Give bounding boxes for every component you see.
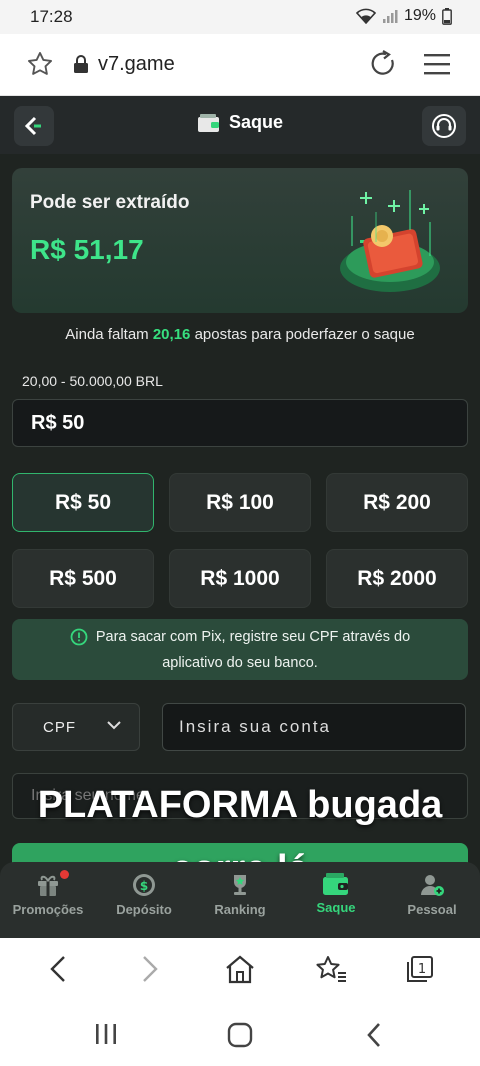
tabs-icon[interactable]: 1: [404, 954, 436, 984]
hamburger-menu-icon[interactable]: [424, 52, 450, 76]
withdraw-amount-input[interactable]: R$ 50: [12, 399, 468, 447]
wifi-icon: [355, 8, 376, 24]
nav-label-ranking: Ranking: [214, 902, 266, 917]
svg-text:1: 1: [418, 962, 426, 977]
forward-icon[interactable]: [136, 954, 162, 984]
pix-notice: Para sacar com Pix, registre seu CPF atr…: [12, 619, 468, 680]
coin-icon: $: [133, 874, 155, 896]
lock-icon: [74, 55, 88, 73]
system-back-icon[interactable]: [364, 1022, 386, 1048]
app-screen: Saque Pode ser extraído R$ 51,17 Ainda f…: [0, 96, 480, 938]
recent-apps-icon[interactable]: [94, 1022, 118, 1046]
account-type-value: CPF: [43, 718, 76, 736]
page-title: Saque: [0, 112, 480, 133]
nav-item-saque[interactable]: Saque: [288, 862, 384, 938]
trophy-icon: [234, 875, 246, 895]
wallet-icon: [323, 873, 348, 895]
signal-icon: [382, 10, 398, 23]
notification-dot: [60, 870, 69, 879]
pix-notice-line1: Para sacar com Pix, registre seu CPF atr…: [95, 628, 411, 645]
bets-remaining-count: 20,16: [152, 326, 191, 343]
balance-label: Pode ser extraído: [30, 192, 190, 213]
nav-label-saque: Saque: [316, 900, 356, 915]
caption-line-1: PLATAFORMA bugada: [37, 784, 443, 826]
balance-card: Pode ser extraído R$ 51,17: [12, 168, 468, 313]
page-title-text: Saque: [228, 112, 284, 132]
preset-button[interactable]: R$ 500: [12, 549, 154, 608]
chevron-down-icon: [107, 721, 121, 730]
bookmarks-icon[interactable]: [314, 954, 348, 984]
status-time: 17:28: [30, 7, 73, 26]
star-icon[interactable]: [26, 50, 54, 78]
gift-icon: [38, 875, 58, 896]
battery-icon: [442, 7, 452, 25]
account-input[interactable]: Insira sua conta: [162, 703, 466, 751]
nav-item-deposito[interactable]: $ Depósito: [96, 862, 192, 938]
pix-notice-line2: aplicativo do seu banco.: [162, 654, 318, 671]
system-nav-bar: [0, 1002, 480, 1066]
headset-icon: [432, 114, 456, 138]
back-icon[interactable]: [46, 954, 72, 984]
nav-label-promocoes: Promoções: [12, 902, 84, 917]
amount-presets: R$ 50 R$ 100 R$ 200 R$ 500 R$ 1000 R$ 20…: [12, 473, 468, 608]
battery-percent: 19%: [403, 7, 436, 24]
nav-item-pessoal[interactable]: Pessoal: [384, 862, 480, 938]
url-text[interactable]: v7.game: [98, 53, 175, 76]
wallet-icon: [197, 113, 219, 132]
preset-button[interactable]: R$ 1000: [169, 549, 311, 608]
preset-button[interactable]: R$ 100: [169, 473, 311, 532]
withdraw-limits: 20,00 - 50.000,00 BRL: [22, 373, 163, 389]
nav-label-pessoal: Pessoal: [407, 902, 457, 917]
account-type-select[interactable]: CPF: [12, 703, 140, 751]
home-icon[interactable]: [224, 954, 256, 984]
preset-button[interactable]: R$ 50: [12, 473, 154, 532]
support-button[interactable]: [422, 106, 466, 146]
app-header: Saque: [0, 96, 480, 154]
nav-item-promocoes[interactable]: Promoções: [0, 862, 96, 938]
wallet-illustration-icon: [340, 190, 440, 292]
person-icon: [421, 875, 444, 896]
status-icons: 19%: [355, 7, 452, 25]
svg-text:$: $: [140, 879, 148, 893]
bets-remaining-suffix: apostas para poderfazer o saque: [194, 326, 415, 343]
preset-button[interactable]: R$ 2000: [326, 549, 468, 608]
info-icon: [70, 628, 88, 645]
bottom-nav: Promoções $ Depósito Ranking Saque Pesso…: [0, 862, 480, 938]
browser-toolbar: 1: [0, 938, 480, 1002]
balance-amount: R$ 51,17: [30, 234, 144, 265]
nav-label-deposito: Depósito: [116, 902, 172, 917]
home-button-icon[interactable]: [227, 1022, 253, 1048]
browser-url-bar: v7.game: [0, 34, 480, 96]
reload-icon[interactable]: [370, 50, 398, 78]
preset-button[interactable]: R$ 200: [326, 473, 468, 532]
bets-remaining-prefix: Ainda faltam: [65, 326, 149, 343]
nav-item-ranking[interactable]: Ranking: [192, 862, 288, 938]
bets-remaining-text: Ainda faltam 20,16 apostas para poderfaz…: [0, 326, 480, 343]
status-bar: 17:28 19%: [0, 0, 480, 34]
